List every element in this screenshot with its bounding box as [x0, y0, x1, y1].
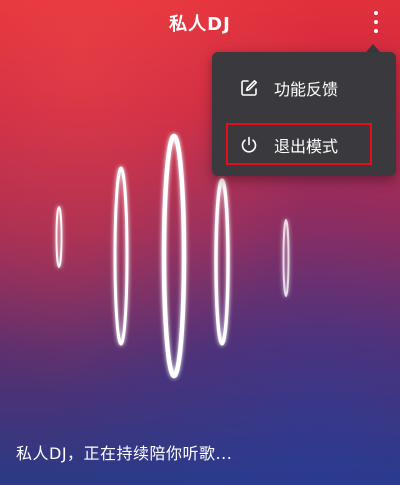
menu-item-exit-mode[interactable]: 退出模式	[212, 123, 396, 167]
more-vertical-icon-dot-3	[374, 29, 378, 33]
feedback-edit-icon	[238, 77, 260, 99]
options-menu: 功能反馈 退出模式	[212, 52, 396, 176]
menu-item-feedback-label: 功能反馈	[274, 80, 339, 99]
wave-ring-5	[282, 219, 290, 297]
more-vertical-icon	[374, 11, 378, 15]
wave-ring-4	[214, 178, 230, 346]
menu-pointer	[366, 44, 380, 52]
wave-ring-3	[161, 133, 187, 379]
wave-ring-1	[55, 206, 63, 268]
wave-ring-2	[113, 166, 129, 346]
more-options-button[interactable]	[366, 8, 386, 36]
dj-mode-screen: 私人DJ 功能反馈 退出模式 私人DJ，正在持续陪你听歌...	[0, 0, 400, 485]
menu-item-exit-mode-label: 退出模式	[274, 137, 339, 156]
menu-item-feedback[interactable]: 功能反馈	[212, 66, 396, 110]
status-caption: 私人DJ，正在持续陪你听歌...	[16, 444, 233, 463]
power-icon	[238, 134, 260, 156]
page-title: 私人DJ	[169, 14, 231, 35]
more-vertical-icon-dot-2	[374, 20, 378, 24]
